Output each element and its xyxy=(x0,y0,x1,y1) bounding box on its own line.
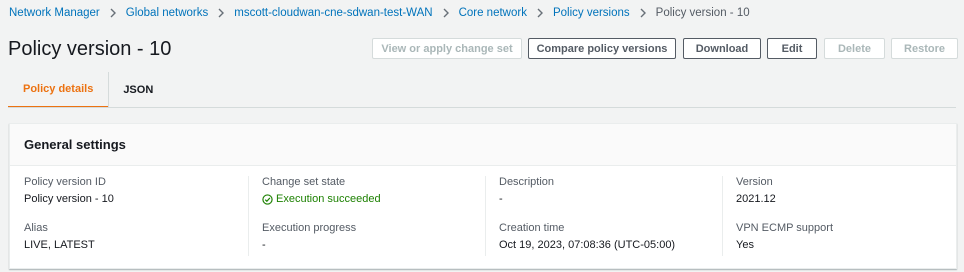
panel-header: General settings xyxy=(10,124,956,166)
chevron-right-icon xyxy=(217,8,225,18)
check-circle-icon xyxy=(262,194,273,205)
field-label: Version xyxy=(736,176,773,188)
field-value: Policy version - 10 xyxy=(24,193,114,205)
field-label: Change set state xyxy=(262,176,346,188)
breadcrumb-current: Policy version - 10 xyxy=(655,7,750,19)
compare-policy-versions-button[interactable]: Compare policy versions xyxy=(528,38,676,59)
chevron-right-icon xyxy=(109,8,117,18)
breadcrumb-policy-versions[interactable]: Policy versions xyxy=(553,7,630,19)
field-value: 2021.12 xyxy=(736,193,776,205)
breadcrumb-global-networks[interactable]: Global networks xyxy=(126,7,208,19)
general-settings-panel: General settings Policy version ID Polic… xyxy=(9,123,957,269)
breadcrumb-network-manager[interactable]: Network Manager xyxy=(9,7,100,19)
tab-list: Policy details JSON xyxy=(8,72,167,108)
status-indicator: Execution succeeded xyxy=(262,193,381,206)
field-label: Description xyxy=(499,176,555,188)
creation-time-field: Creation time Oct 19, 2023, 07:08:36 (UT… xyxy=(499,222,675,252)
download-button[interactable]: Download xyxy=(683,38,761,59)
tabs-underline xyxy=(8,107,956,108)
field-value: - xyxy=(499,193,503,205)
version-field: Version 2021.12 xyxy=(736,176,776,206)
restore-button[interactable]: Restore xyxy=(891,38,958,59)
field-value: Oct 19, 2023, 07:08:36 (UTC-05:00) xyxy=(499,239,676,251)
delete-button[interactable]: Delete xyxy=(824,38,885,59)
field-label: VPN ECMP support xyxy=(736,222,834,234)
chevron-right-icon xyxy=(536,8,544,18)
view-apply-change-set-button[interactable]: View or apply change set xyxy=(372,38,522,59)
column-divider xyxy=(248,176,249,256)
column-divider xyxy=(485,176,486,256)
field-label: Creation time xyxy=(499,222,565,234)
chevron-right-icon xyxy=(442,8,450,18)
policy-version-id-field: Policy version ID Policy version - 10 xyxy=(24,176,114,206)
page-title: Policy version - 10 xyxy=(8,38,172,60)
description-field: Description - xyxy=(499,176,554,206)
tab-policy-details[interactable]: Policy details xyxy=(8,72,109,108)
alias-field: Alias LIVE, LATEST xyxy=(24,222,95,252)
field-label: Execution progress xyxy=(262,222,357,234)
change-set-state-field: Change set state Execution succeeded xyxy=(262,176,381,206)
execution-progress-field: Execution progress - xyxy=(262,222,356,252)
vpn-ecmp-support-field: VPN ECMP support Yes xyxy=(736,222,833,252)
field-label: Alias xyxy=(24,222,48,234)
field-label: Policy version ID xyxy=(24,176,106,188)
field-value: Yes xyxy=(736,239,754,251)
key-value-grid: Policy version ID Policy version - 10 Al… xyxy=(10,176,956,262)
breadcrumb: Network Manager Global networks mscott-c… xyxy=(9,5,750,21)
column-3: Description - Creation time Oct 19, 2023… xyxy=(485,176,722,262)
field-value: - xyxy=(262,239,266,251)
breadcrumb-global-network-name[interactable]: mscott-cloudwan-cne-sdwan-test-WAN xyxy=(234,7,432,19)
column-4: Version 2021.12 VPN ECMP support Yes xyxy=(722,176,956,262)
panel-title: General settings xyxy=(24,137,126,152)
tab-json[interactable]: JSON xyxy=(109,72,167,108)
column-divider xyxy=(722,176,723,256)
column-2: Change set state Execution succeeded Exe… xyxy=(248,176,485,262)
edit-button[interactable]: Edit xyxy=(767,38,817,59)
breadcrumb-core-network[interactable]: Core network xyxy=(459,7,527,19)
field-value: LIVE, LATEST xyxy=(24,239,95,251)
status-text: Execution succeeded xyxy=(276,193,381,205)
column-1: Policy version ID Policy version - 10 Al… xyxy=(10,176,248,262)
chevron-right-icon xyxy=(639,8,647,18)
